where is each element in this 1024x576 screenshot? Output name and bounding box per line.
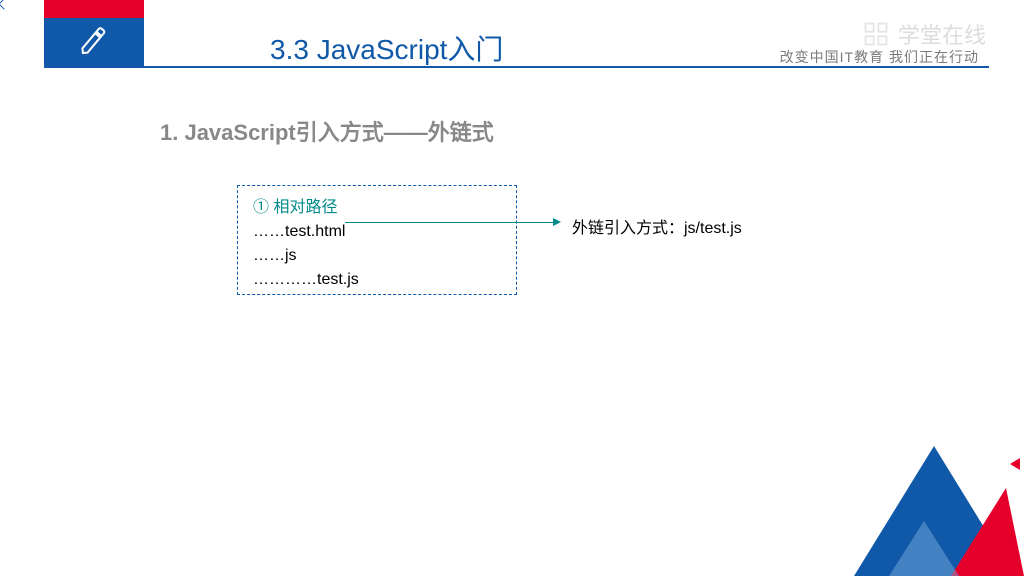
box-line-1: ① 相对路径 xyxy=(253,196,501,220)
watermark-text: 学堂在线 xyxy=(898,18,986,50)
page-title: 3.3 JavaScript入门 xyxy=(270,28,503,68)
box-line-2: ……test.html xyxy=(253,220,501,244)
pencil-badge xyxy=(44,18,144,66)
watermark: 学堂在线 xyxy=(862,18,986,50)
box-line-3: ……js xyxy=(253,244,501,268)
tagline: 改变中国IT教育 我们正在行动 xyxy=(780,47,979,67)
decorative-triangles xyxy=(834,426,1024,576)
pencil-icon xyxy=(76,22,111,62)
watermark-icon xyxy=(862,20,890,48)
top-red-bar xyxy=(44,0,144,18)
side-arrow-red-icon xyxy=(1010,458,1020,470)
arrow-head-icon xyxy=(553,218,561,226)
triangle-blue-light xyxy=(889,521,959,576)
external-link-text: 外链引入方式：js/test.js xyxy=(572,214,742,238)
box-line-4: …………test.js xyxy=(253,268,501,292)
side-arrow-blue-icon xyxy=(0,0,10,10)
relative-path-box: ① 相对路径 ……test.html ……js …………test.js xyxy=(237,185,517,295)
arrow-line xyxy=(345,222,555,223)
section-subtitle: 1. JavaScript引入方式——外链式 xyxy=(160,115,494,147)
triangle-red xyxy=(951,488,1024,576)
